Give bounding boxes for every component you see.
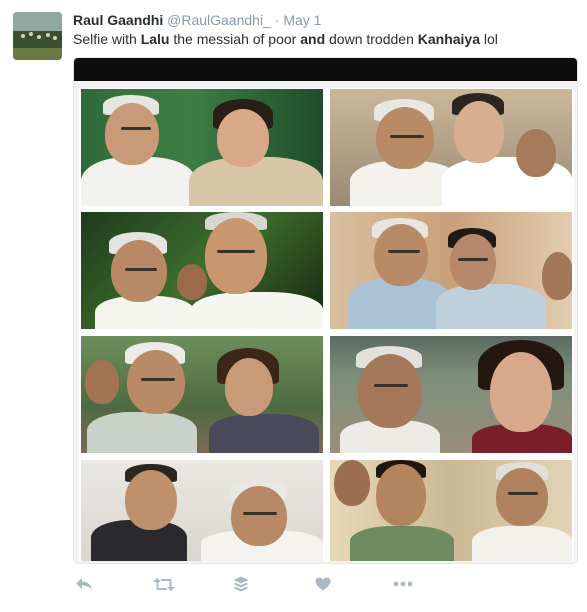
retweet-button[interactable] <box>151 573 177 595</box>
photo-lalu-rahul[interactable] <box>330 89 572 206</box>
like-button[interactable] <box>312 573 334 595</box>
more-button[interactable] <box>391 573 415 595</box>
author-handle[interactable]: @RaulGaandhi_ <box>167 12 271 28</box>
buffer-icon <box>233 576 249 592</box>
tweet-actions <box>73 573 433 595</box>
tweet-text-part: the messiah of poor <box>169 31 301 47</box>
tweet-text-part: and <box>300 31 326 47</box>
photo-lalu-kanhaiya[interactable] <box>330 460 572 561</box>
reply-icon <box>76 578 92 590</box>
author-name[interactable]: Raul Gaandhi <box>73 12 163 28</box>
tweet-date[interactable]: May 1 <box>283 12 321 28</box>
tweet-card[interactable]: Raul Gaandhi @RaulGaandhi_ · May 1 Selfi… <box>0 0 587 612</box>
photo-lalu-barkha[interactable] <box>81 336 323 453</box>
photo-collage[interactable] <box>79 88 574 561</box>
tweet-header: Raul Gaandhi @RaulGaandhi_ · May 1 <box>73 11 321 29</box>
tweet-text-part: down trodden <box>325 31 418 47</box>
avatar[interactable] <box>13 12 62 60</box>
more-icon <box>393 581 413 587</box>
photo-lalu-sonia[interactable] <box>81 89 323 206</box>
like-icon <box>315 577 331 591</box>
media-top-bar <box>74 58 577 81</box>
photo-lalu-selfie-woman[interactable] <box>330 336 572 453</box>
tweet-text-part: Selfie with <box>73 31 141 47</box>
header-separator: · <box>274 12 280 28</box>
tweet-text-part: Kanhaiya <box>417 31 480 47</box>
tweet-media[interactable] <box>73 57 578 564</box>
reply-button[interactable] <box>73 573 95 595</box>
tweet-text: Selfie with Lalu the messiah of poor and… <box>73 30 498 49</box>
buffer-button[interactable] <box>230 573 252 595</box>
tweet-text-part: lol <box>480 31 498 47</box>
photo-lalu-rajdeep[interactable] <box>81 460 323 561</box>
photo-lalu-nitish[interactable] <box>81 212 323 329</box>
retweet-icon <box>153 577 175 591</box>
photo-lalu-kejriwal[interactable] <box>330 212 572 329</box>
tweet-text-part: Lalu <box>140 31 170 47</box>
